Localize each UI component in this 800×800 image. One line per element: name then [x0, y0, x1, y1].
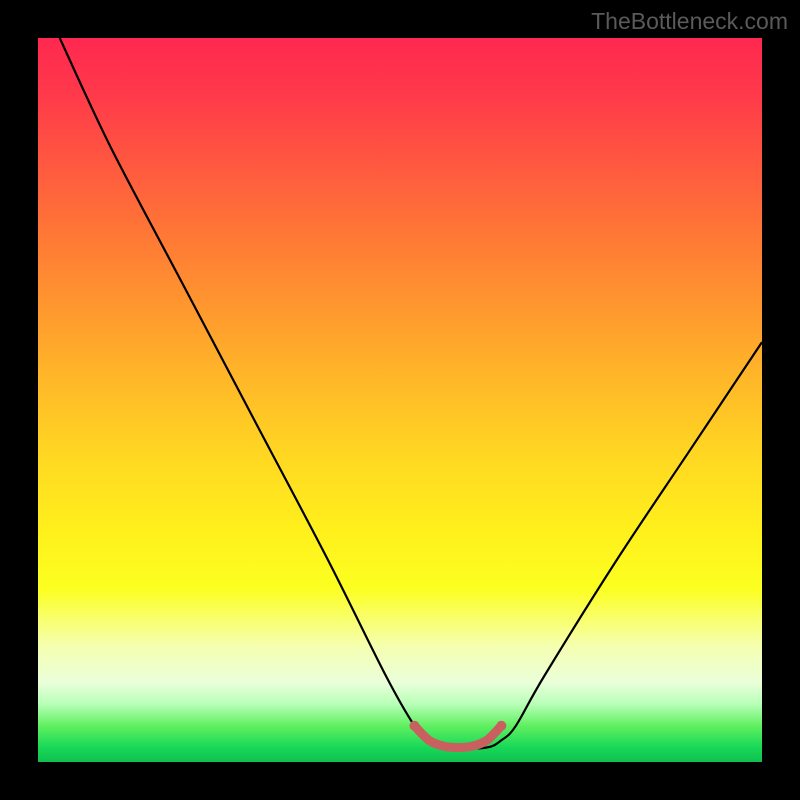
highlight-end-dot — [496, 721, 506, 731]
bottleneck-curve-line — [60, 38, 762, 748]
highlight-segment-line — [414, 726, 501, 748]
highlight-start-dot — [409, 721, 419, 731]
chart-svg — [38, 38, 762, 762]
watermark-text: TheBottleneck.com — [591, 8, 788, 35]
